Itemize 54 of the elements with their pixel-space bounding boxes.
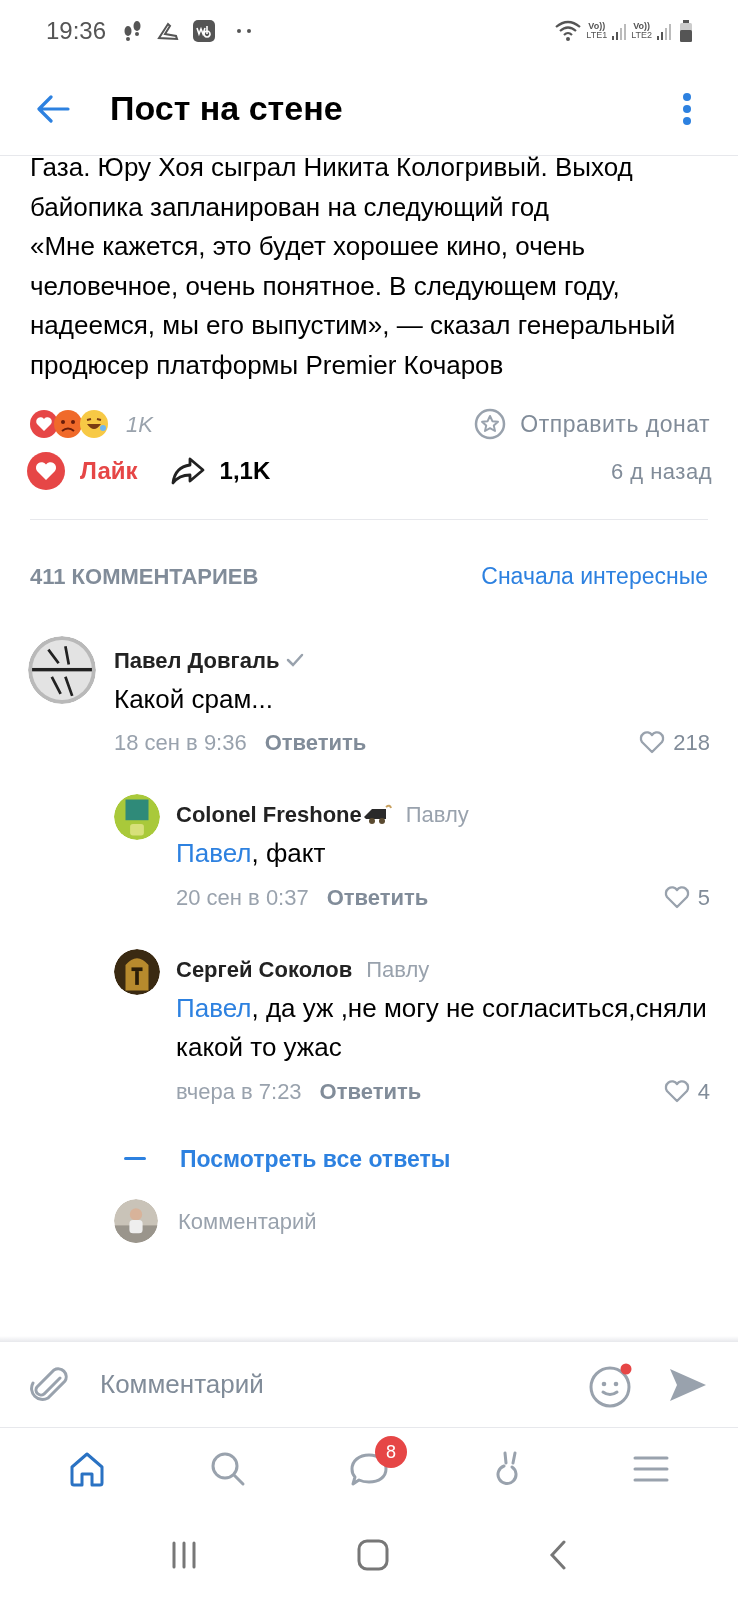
like-count-button[interactable]: 218 — [639, 725, 710, 759]
app-badge-icon — [192, 19, 217, 43]
unread-badge: 8 — [374, 1436, 407, 1468]
reply-target: Павлу — [366, 955, 430, 984]
comment-date: вчера в 7:23 — [176, 1077, 302, 1106]
donate-button[interactable]: Отправить донат — [474, 406, 710, 442]
show-all-replies-link[interactable]: Посмотреть все ответы — [180, 1141, 451, 1177]
page-title: Пост на стене — [110, 88, 344, 129]
signal-icon — [611, 21, 628, 41]
comments-count: 411 КОММЕНТАРИЕВ — [30, 562, 259, 591]
post-time: 6 д назад — [610, 457, 712, 486]
heart-icon — [639, 730, 666, 754]
like-button[interactable]: Лайк — [26, 451, 138, 491]
sim-label: LTE1 — [586, 31, 608, 40]
back-icon[interactable] — [36, 94, 70, 123]
comment-date: 18 сен в 9:36 — [114, 728, 247, 757]
heart-icon — [663, 885, 690, 909]
reactions-count: 1K — [126, 410, 153, 439]
battery-icon — [680, 20, 692, 42]
comment-input-field[interactable]: Комментарий — [100, 1365, 588, 1404]
share-icon — [169, 456, 206, 486]
mention-link[interactable]: Павел — [176, 838, 252, 868]
post-text: «Мне кажется, это будет хорошее кино, очень человечное, очень понятное. В следующем году, надеемся, мы его выпустим», — сказал генеральный продюсер платформы Premier Кочаров — [30, 230, 677, 382]
comment-author[interactable]: Colonel Freshone — [176, 797, 362, 831]
sort-link[interactable]: Сначала интересные — [481, 558, 708, 594]
status-time: 19:36 — [46, 16, 107, 46]
reply-link[interactable]: Ответить — [319, 1074, 422, 1108]
post-text: Газа. Юру Хоя сыграл Никита Кологривый. Выход байопика запланирован на следующий год — [30, 151, 634, 224]
mention-link[interactable]: Павел — [176, 993, 252, 1023]
reply-target: Павлу — [405, 800, 469, 829]
volte-label: Vo)) — [633, 22, 650, 31]
comment-text: Павел, да уж ,не могу не согласиться,сняли какой то ужас — [176, 992, 708, 1064]
comment-text: Павел, факт — [176, 837, 327, 870]
share-button[interactable]: 1,1K — [169, 453, 271, 489]
reply-link[interactable]: Ответить — [264, 725, 367, 759]
sim-label: LTE2 — [631, 31, 652, 40]
heart-icon — [663, 1079, 690, 1103]
home-button-icon[interactable] — [357, 1539, 389, 1571]
signal-icon — [656, 21, 672, 41]
volte-label: Vo)) — [588, 22, 606, 31]
messages-tab[interactable]: 8 — [330, 1436, 407, 1502]
shoe-icon — [156, 20, 181, 42]
wifi-icon — [554, 19, 583, 43]
comment-date: 20 сен в 0:37 — [176, 883, 309, 912]
reply-link[interactable]: Ответить — [326, 880, 429, 914]
collapse-dash-icon — [124, 1157, 146, 1161]
emoji-icon[interactable] — [588, 1361, 634, 1408]
comment-author[interactable]: Павел Довгаль — [114, 643, 280, 677]
like-count-button[interactable]: 4 — [663, 1074, 710, 1108]
reply-input-field[interactable]: Комментарий — [178, 1204, 578, 1238]
like-count-button[interactable]: 5 — [663, 880, 710, 914]
comment-text: Какой срам... — [114, 683, 274, 716]
more-icon[interactable] — [682, 91, 692, 126]
comment-author[interactable]: Сергей Соколов — [176, 952, 353, 986]
